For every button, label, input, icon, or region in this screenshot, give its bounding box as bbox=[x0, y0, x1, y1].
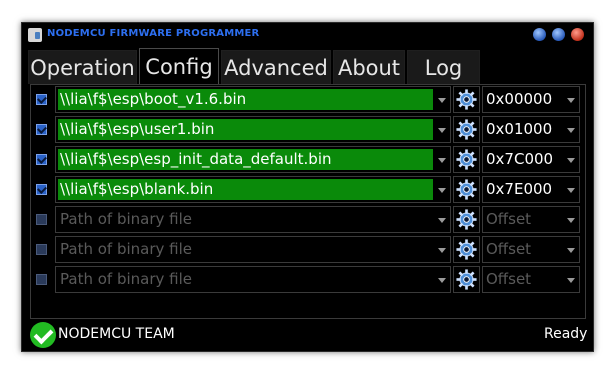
offset-text: 0x7C000 bbox=[486, 150, 554, 168]
browse-file-button[interactable] bbox=[453, 86, 480, 113]
binary-row: \\lia\f$\esp\blank.bin 0x7E000 bbox=[31, 175, 587, 205]
tab-about[interactable]: About bbox=[333, 50, 405, 84]
browse-file-button[interactable] bbox=[453, 146, 480, 173]
chevron-down-icon[interactable] bbox=[438, 188, 446, 193]
row-enable-checkbox[interactable] bbox=[36, 124, 47, 135]
binary-row: Path of binary file Offset bbox=[31, 205, 587, 235]
binary-row: \\lia\f$\esp\esp_init_data_default.bin 0x… bbox=[31, 145, 587, 175]
offset-combo[interactable]: Offset bbox=[482, 206, 580, 233]
binary-path-text: \\lia\f$\esp\user1.bin bbox=[60, 120, 215, 138]
chevron-down-icon[interactable] bbox=[438, 98, 446, 103]
chevron-down-icon[interactable] bbox=[567, 98, 575, 103]
binary-path-combo[interactable]: Path of binary file bbox=[55, 206, 451, 233]
app-icon bbox=[28, 28, 42, 42]
binary-path-combo[interactable]: \\lia\f$\esp\user1.bin bbox=[55, 116, 451, 143]
chevron-down-icon[interactable] bbox=[438, 128, 446, 133]
binary-path-combo[interactable]: \\lia\f$\esp\boot_v1.6.bin bbox=[55, 86, 451, 113]
minimize-button[interactable] bbox=[533, 28, 546, 41]
tab-log[interactable]: Log bbox=[407, 50, 480, 84]
offset-combo[interactable]: 0x00000 bbox=[482, 86, 580, 113]
gear-icon bbox=[456, 209, 477, 230]
binary-row: Path of binary file Offset bbox=[31, 265, 587, 295]
binary-row: \\lia\f$\esp\user1.bin 0x01000 bbox=[31, 115, 587, 145]
chevron-down-icon[interactable] bbox=[567, 188, 575, 193]
tab-operation[interactable]: Operation bbox=[28, 50, 137, 84]
offset-text: 0x7E000 bbox=[486, 180, 553, 198]
offset-text: 0x01000 bbox=[486, 120, 553, 138]
check-circle-icon bbox=[30, 322, 56, 348]
binary-path-combo[interactable]: \\lia\f$\esp\blank.bin bbox=[55, 176, 451, 203]
status-text: Ready bbox=[544, 326, 588, 342]
close-button[interactable] bbox=[571, 28, 584, 41]
browse-file-button[interactable] bbox=[453, 176, 480, 203]
browse-file-button[interactable] bbox=[453, 266, 480, 293]
binary-path-text: Path of binary file bbox=[60, 270, 192, 288]
offset-combo[interactable]: 0x7C000 bbox=[482, 146, 580, 173]
browse-file-button[interactable] bbox=[453, 236, 480, 263]
row-enable-checkbox[interactable] bbox=[36, 244, 47, 255]
chevron-down-icon[interactable] bbox=[438, 218, 446, 223]
row-enable-checkbox[interactable] bbox=[36, 94, 47, 105]
binary-path-text: Path of binary file bbox=[60, 210, 192, 228]
offset-combo[interactable]: 0x7E000 bbox=[482, 176, 580, 203]
gear-icon bbox=[456, 269, 477, 290]
row-enable-checkbox[interactable] bbox=[36, 184, 47, 195]
window-title: NODEMCU FIRMWARE PROGRAMMER bbox=[47, 28, 260, 39]
row-enable-checkbox[interactable] bbox=[36, 154, 47, 165]
gear-icon bbox=[456, 239, 477, 260]
browse-file-button[interactable] bbox=[453, 206, 480, 233]
offset-text: Offset bbox=[486, 210, 532, 228]
offset-text: Offset bbox=[486, 240, 532, 258]
chevron-down-icon[interactable] bbox=[567, 128, 575, 133]
gear-icon bbox=[456, 119, 477, 140]
browse-file-button[interactable] bbox=[453, 116, 480, 143]
offset-text: 0x00000 bbox=[486, 90, 553, 108]
binary-path-text: \\lia\f$\esp\blank.bin bbox=[60, 180, 214, 198]
offset-combo[interactable]: Offset bbox=[482, 266, 580, 293]
binary-row: \\lia\f$\esp\boot_v1.6.bin 0x00000 bbox=[31, 85, 587, 115]
gear-icon bbox=[456, 89, 477, 110]
programmer-window: NODEMCU FIRMWARE PROGRAMMER Operation Co… bbox=[21, 22, 594, 352]
gear-icon bbox=[456, 149, 477, 170]
chevron-down-icon[interactable] bbox=[567, 248, 575, 253]
chevron-down-icon[interactable] bbox=[438, 158, 446, 163]
chevron-down-icon[interactable] bbox=[438, 278, 446, 283]
row-enable-checkbox[interactable] bbox=[36, 214, 47, 225]
title-bar[interactable]: NODEMCU FIRMWARE PROGRAMMER bbox=[22, 23, 593, 47]
chevron-down-icon[interactable] bbox=[567, 278, 575, 283]
binary-path-text: Path of binary file bbox=[60, 240, 192, 258]
chevron-down-icon[interactable] bbox=[567, 158, 575, 163]
team-label: NODEMCU TEAM bbox=[58, 326, 175, 342]
tab-advanced[interactable]: Advanced bbox=[221, 50, 331, 84]
maximize-button[interactable] bbox=[552, 28, 565, 41]
offset-text: Offset bbox=[486, 270, 532, 288]
binary-path-text: \\lia\f$\esp\boot_v1.6.bin bbox=[60, 90, 247, 108]
row-enable-checkbox[interactable] bbox=[36, 274, 47, 285]
config-panel: \\lia\f$\esp\boot_v1.6.bin 0x00000 \\lia\f… bbox=[30, 84, 586, 319]
chevron-down-icon[interactable] bbox=[567, 218, 575, 223]
chevron-down-icon[interactable] bbox=[438, 248, 446, 253]
binary-row: Path of binary file Offset bbox=[31, 235, 587, 265]
binary-path-text: \\lia\f$\esp\esp_init_data_default.bin bbox=[60, 150, 332, 168]
status-bar: NODEMCU TEAM Ready bbox=[22, 320, 593, 351]
binary-path-combo[interactable]: Path of binary file bbox=[55, 266, 451, 293]
offset-combo[interactable]: Offset bbox=[482, 236, 580, 263]
gear-icon bbox=[456, 179, 477, 200]
binary-path-combo[interactable]: \\lia\f$\esp\esp_init_data_default.bin bbox=[55, 146, 451, 173]
tab-config[interactable]: Config bbox=[139, 48, 219, 85]
binary-path-combo[interactable]: Path of binary file bbox=[55, 236, 451, 263]
offset-combo[interactable]: 0x01000 bbox=[482, 116, 580, 143]
